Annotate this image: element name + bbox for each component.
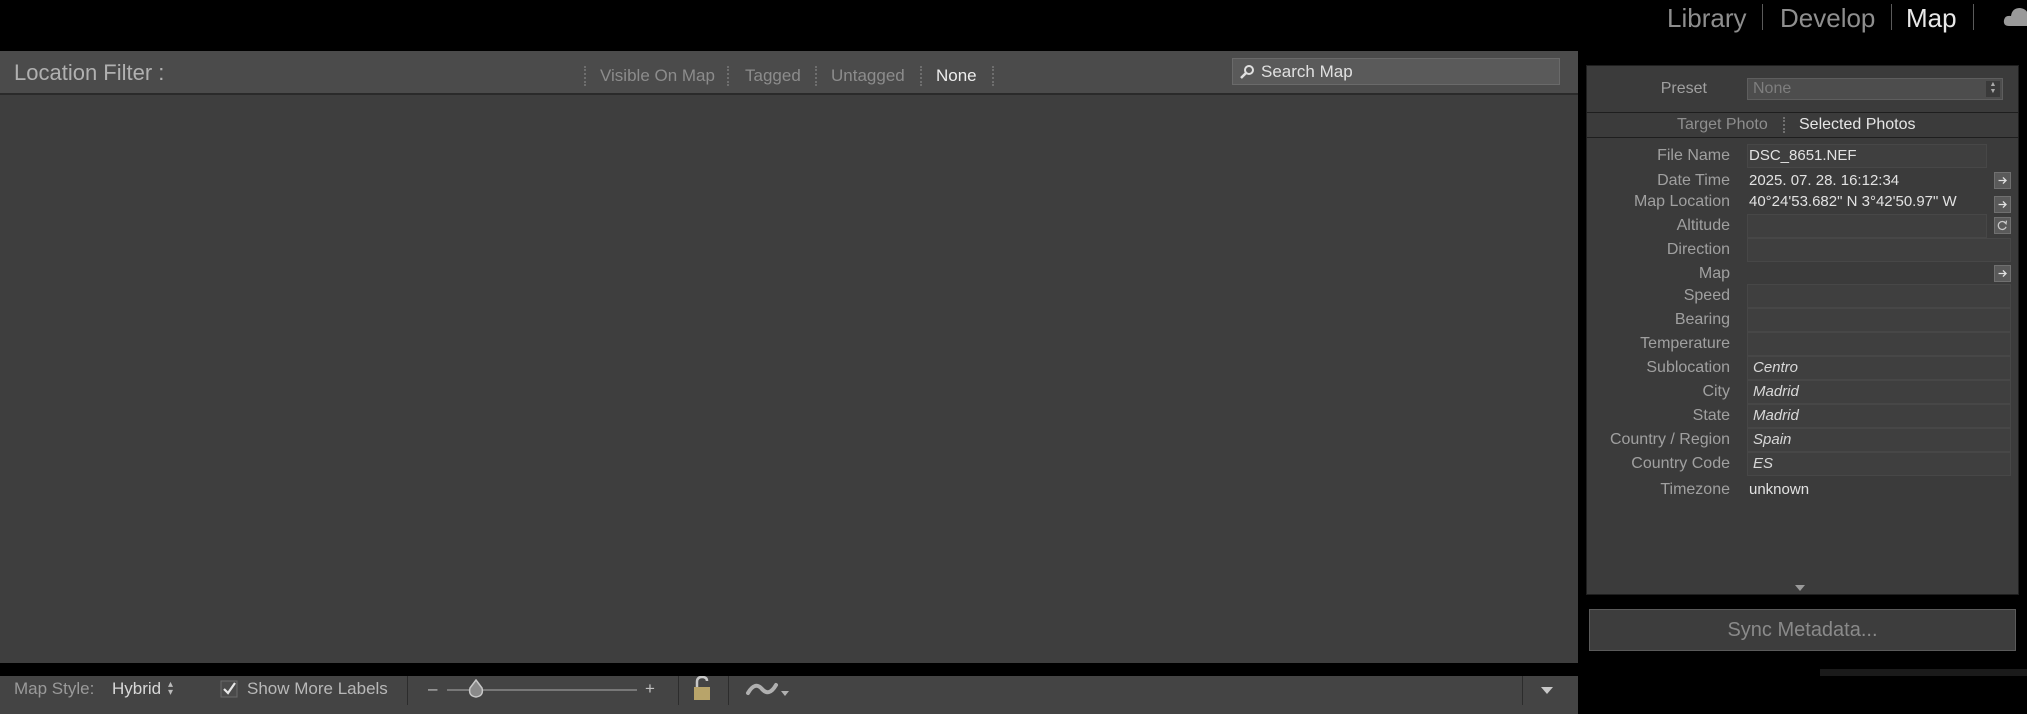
field-label: Country / Region [1609,431,1730,448]
field-label: Timezone [1660,481,1730,498]
field-value: Spain [1753,431,1792,448]
field-label: Temperature [1640,335,1730,352]
field-country-region: Country / Region Spain [1587,428,2018,452]
map-style-spinner-icon[interactable]: ▴ ▾ [168,680,173,698]
field-label: Sublocation [1646,359,1730,376]
filmstrip-edge [1820,669,2027,676]
preset-value: None [1753,80,1792,97]
module-library[interactable]: Library [1667,0,1746,36]
country-code-field[interactable] [1747,452,2011,476]
chevron-down-icon[interactable] [1795,585,1805,591]
photo-target-tabs: Target Photo Selected Photos [1587,112,2018,138]
field-direction: Direction [1587,238,2018,262]
cloud-icon[interactable] [2003,4,2027,30]
bearing-field[interactable] [1747,308,2011,332]
field-label: Direction [1666,241,1730,258]
filter-visible-on-map[interactable]: Visible On Map [600,51,715,101]
field-label: File Name [1657,147,1730,164]
module-divider [1973,4,1974,30]
field-label: State [1692,407,1730,424]
speed-field[interactable] [1747,284,2011,308]
field-value: Madrid [1753,383,1799,400]
search-icon [1240,65,1254,79]
field-value: DSC_8651.NEF [1749,147,1857,164]
field-value: Centro [1753,359,1799,376]
field-temperature: Temperature [1587,332,2018,356]
lock-icon[interactable] [690,675,714,703]
show-more-labels-checkbox[interactable] [220,680,238,698]
filter-divider [992,66,994,86]
toolbar-divider [1522,675,1523,705]
field-map-location: Map Location 40°24'53.682" N 3°42'50.97"… [1587,190,2018,214]
filter-divider [920,66,922,86]
metadata-panel: Preset None ▲ ▼ Target Photo Selected Pho… [1586,65,2019,595]
filter-untagged[interactable]: Untagged [831,51,905,101]
toolbar-divider [678,675,679,705]
field-bearing: Bearing [1587,308,2018,332]
tracklog-icon[interactable] [745,679,793,701]
location-filter-bar: Location Filter : Visible On Map Tagged … [0,51,1578,95]
right-panel: Preset None ▲ ▼ Target Photo Selected Pho… [1580,51,2027,676]
arrow-right-icon[interactable] [1994,196,2011,213]
field-label: Country Code [1631,455,1730,472]
timezone-select[interactable]: unknown [1749,478,1809,502]
field-value: Madrid [1753,407,1799,424]
field-country-code: Country Code ES [1587,452,2018,476]
field-label: Speed [1683,287,1730,304]
field-timezone: Timezone unknown [1587,478,2018,502]
module-develop[interactable]: Develop [1780,0,1875,36]
arrow-right-icon[interactable] [1994,172,2011,189]
direction-field[interactable] [1747,238,2011,262]
field-label: Altitude [1676,217,1730,234]
field-file-name: File Name DSC_8651.NEF [1587,144,2018,168]
filter-none[interactable]: None [936,51,977,101]
field-value: ES [1753,455,1774,472]
field-speed: Speed [1587,284,2018,308]
field-label: Map [1698,265,1730,282]
filter-divider [815,66,817,86]
chevron-down-icon[interactable] [1540,685,1554,695]
field-value: 40°24'53.682" N 3°42'50.97" W [1749,193,1957,210]
field-label: Bearing [1674,311,1730,328]
zoom-slider-thumb-icon[interactable] [468,679,484,699]
sync-metadata-button[interactable]: Sync Metadata... [1589,609,2016,651]
footer-strip [0,663,1578,676]
preset-spinner-icon[interactable]: ▲ ▼ [1986,81,2000,97]
location-filter-title: Location Filter : [14,60,165,85]
map-canvas[interactable] [0,95,1578,661]
altitude-field[interactable] [1747,214,1987,238]
tab-target-photo[interactable]: Target Photo [1677,113,1768,137]
toolbar-divider [407,675,408,705]
tab-selected-photos[interactable]: Selected Photos [1799,113,1916,137]
search-map-placeholder: Search Map [1261,62,1353,81]
arrow-right-icon[interactable] [1994,265,2011,282]
field-label: Map Location [1633,193,1730,210]
field-city: City Madrid [1587,380,2018,404]
tab-divider [1783,117,1785,133]
field-altitude: Altitude [1587,214,2018,238]
module-divider [1762,4,1763,30]
module-divider [1891,4,1892,30]
map-panel: Location Filter : Visible On Map Tagged … [0,51,1578,714]
module-picker: Library Develop Map [0,0,2027,51]
toolbar-divider [728,675,729,705]
field-sublocation: Sublocation Centro [1587,356,2018,380]
field-state: State Madrid [1587,404,2018,428]
field-label: City [1702,383,1730,400]
filter-divider [727,66,729,86]
filter-tagged[interactable]: Tagged [745,51,801,101]
preset-label: Preset [1660,80,1707,97]
module-map[interactable]: Map [1906,0,1957,36]
preset-select[interactable]: None ▲ ▼ [1747,78,2003,100]
temperature-field[interactable] [1747,332,2011,356]
search-map-input[interactable]: Search Map [1232,58,1560,85]
field-map: Map [1587,262,2018,286]
refresh-icon[interactable] [1994,217,2011,234]
filter-divider [584,66,586,86]
